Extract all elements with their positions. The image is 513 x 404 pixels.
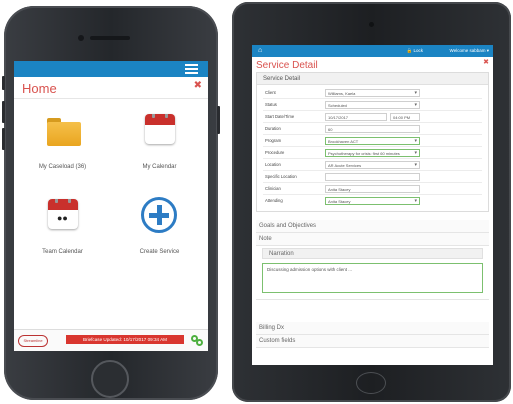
phone-device: Home ✖ My Caseload (36) My Calendar ●● T… (2, 6, 220, 400)
duration-input[interactable]: 60 (325, 125, 420, 133)
phone-volume-down (2, 128, 5, 150)
tablet-screen: ⌂ 🔒 Lock Welcome sabbam ▾ Service Detail… (252, 45, 493, 365)
phone-screen: Home ✖ My Caseload (36) My Calendar ●● T… (14, 61, 208, 351)
user-menu-dropdown[interactable]: Welcome sabbam ▾ (450, 48, 489, 54)
field-label: Procedure (265, 150, 285, 155)
phone-home-button[interactable] (91, 360, 129, 398)
location-select[interactable]: AR Acute Services (325, 161, 420, 169)
program-select[interactable]: Brookhaven ACT (325, 137, 420, 145)
note-section[interactable]: Note (256, 233, 489, 246)
phone-mute-switch (2, 76, 5, 90)
field-client: Client Williams, Kaela (263, 87, 482, 99)
field-label: Duration (265, 126, 281, 131)
page-title: Service Detail (256, 60, 318, 71)
procedure-select[interactable]: Psychotherapy for crisis: first 60 minut… (325, 149, 420, 157)
field-label: Clinician (265, 186, 281, 191)
field-label: Program (265, 138, 282, 143)
field-label: Start Date/Time (265, 114, 295, 119)
briefcase-status-badge: Briefcase Updated: 10/17/2017 09:34 AM (66, 335, 184, 344)
specific-location-input[interactable] (325, 173, 420, 181)
tile-label: Team Calendar (42, 249, 83, 255)
field-label: Location (265, 162, 281, 167)
start-time-input[interactable]: 04:00 PM (390, 113, 420, 121)
field-location: Location AR Acute Services (263, 159, 482, 171)
plus-circle-icon (141, 197, 177, 233)
field-label: Client (265, 90, 276, 95)
tile-label: My Caseload (36) (38, 164, 87, 170)
service-detail-panel: Service Detail Client Williams, Kaela St… (256, 72, 489, 212)
tile-team-calendar[interactable]: ●● Team Calendar (14, 191, 111, 271)
attending-select[interactable]: Anita Stacey (325, 197, 420, 205)
tile-my-calendar[interactable]: My Calendar (111, 106, 208, 186)
lock-button[interactable]: 🔒 Lock (407, 48, 423, 54)
narration-header[interactable]: Narration (262, 248, 483, 259)
field-attending: Attending Anita Stacey (263, 195, 482, 207)
narration-panel: Narration Discussing admission options w… (256, 246, 489, 300)
tile-my-caseload[interactable]: My Caseload (36) (14, 106, 111, 186)
field-program: Program Brookhaven ACT (263, 135, 482, 147)
phone-footer: Streamline Briefcase Updated: 10/17/2017… (14, 329, 208, 351)
streamline-logo: Streamline (18, 335, 48, 347)
page-title: Home (22, 81, 57, 96)
phone-volume-up (2, 101, 5, 123)
tablet-header: Service Detail ✖ (252, 57, 493, 72)
field-specific-location: Specific Location (263, 171, 482, 183)
tablet-home-button[interactable] (356, 372, 386, 394)
tile-create-service[interactable]: Create Service (111, 191, 208, 271)
field-status: Status Scheduled (263, 99, 482, 111)
tablet-device: ⌂ 🔒 Lock Welcome sabbam ▾ Service Detail… (232, 2, 511, 402)
field-procedure: Procedure Psychotherapy for crisis: firs… (263, 147, 482, 159)
tile-label: My Calendar (142, 164, 177, 170)
start-date-input[interactable]: 10/17/2017 (325, 113, 387, 121)
narration-textarea[interactable]: Discussing admission options with client… (262, 263, 483, 293)
field-duration: Duration 60 (263, 123, 482, 135)
phone-camera (78, 35, 84, 41)
panel-title: Service Detail (257, 73, 488, 85)
field-clinician: Clinician Anita Stacey (263, 183, 482, 195)
phone-header: Home ✖ (14, 77, 208, 99)
field-label: Attending (265, 198, 283, 203)
goals-objectives-section[interactable]: Goals and Objectives (256, 220, 489, 233)
hamburger-menu-icon[interactable] (185, 64, 198, 76)
status-select[interactable]: Scheduled (325, 101, 420, 109)
field-start-datetime: Start Date/Time 10/17/2017 04:00 PM (263, 111, 482, 123)
phone-power-button (217, 106, 220, 134)
field-label: Status (265, 102, 277, 107)
tile-label: Create Service (139, 249, 180, 255)
close-icon[interactable]: ✖ (194, 80, 202, 91)
phone-topbar (14, 61, 208, 77)
field-label: Specific Location (265, 174, 297, 179)
home-icon[interactable]: ⌂ (258, 47, 262, 54)
tablet-camera (369, 22, 374, 27)
service-form: Client Williams, Kaela Status Scheduled … (257, 85, 488, 211)
tablet-topbar: ⌂ 🔒 Lock Welcome sabbam ▾ (252, 45, 493, 57)
billing-dx-section[interactable]: Billing Dx (256, 322, 489, 335)
calendar-icon (145, 114, 175, 144)
close-icon[interactable]: ✖ (483, 58, 489, 66)
client-select[interactable]: Williams, Kaela (325, 89, 420, 97)
custom-fields-section[interactable]: Custom fields (256, 335, 489, 348)
folder-icon (47, 118, 81, 146)
sync-link-icon[interactable] (191, 335, 205, 347)
clinician-input[interactable]: Anita Stacey (325, 185, 420, 193)
team-calendar-icon: ●● (48, 199, 78, 229)
phone-speaker (90, 36, 130, 40)
